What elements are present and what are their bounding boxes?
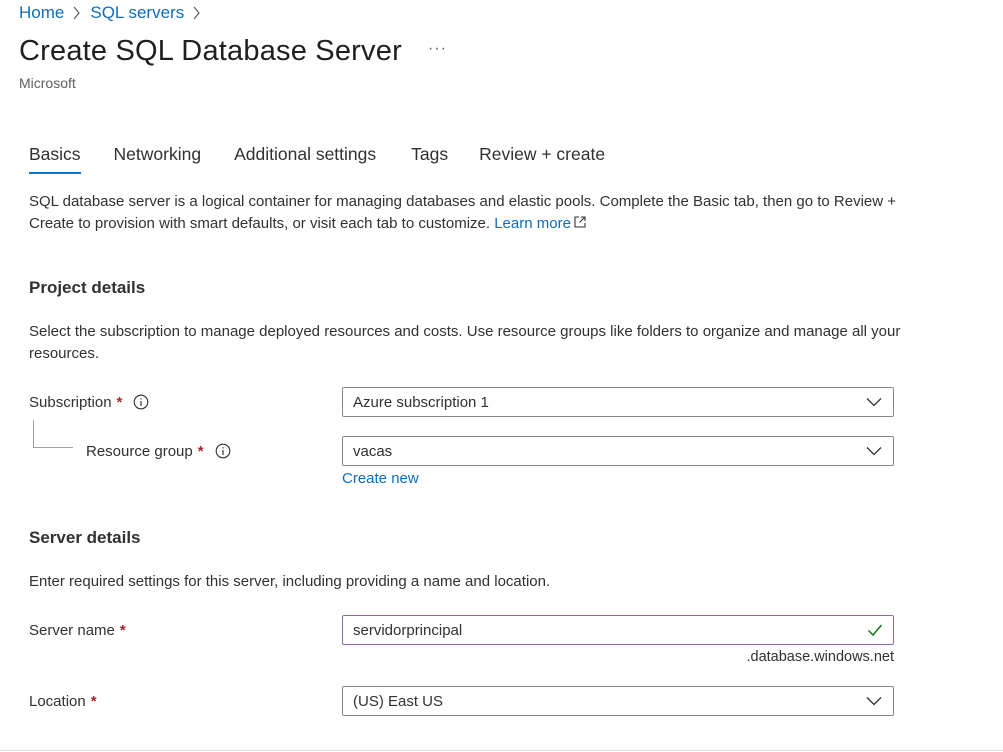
- create-new-resource-group-link[interactable]: Create new: [342, 470, 419, 487]
- breadcrumb: Home SQL servers: [19, 2, 210, 24]
- tree-connector: [33, 420, 73, 448]
- tab-networking[interactable]: Networking: [114, 142, 202, 176]
- external-link-icon: [574, 216, 586, 228]
- server-name-label-text: Server name: [29, 621, 115, 639]
- info-icon[interactable]: [133, 394, 149, 410]
- tab-review-create[interactable]: Review + create: [479, 142, 605, 176]
- server-name-input[interactable]: servidorprincipal: [342, 615, 894, 645]
- learn-more-link[interactable]: Learn more: [494, 215, 587, 232]
- resource-group-label: Resource group *: [86, 436, 231, 466]
- footer-divider: [0, 750, 1003, 751]
- required-marker: *: [90, 692, 97, 710]
- subscription-label-text: Subscription: [29, 393, 112, 411]
- subscription-value: Azure subscription 1: [353, 393, 489, 411]
- subscription-label: Subscription *: [29, 387, 149, 417]
- chevron-down-icon: [866, 697, 882, 706]
- tab-basics[interactable]: Basics: [29, 142, 81, 176]
- project-details-heading: Project details: [29, 278, 146, 297]
- location-value: (US) East US: [353, 692, 444, 710]
- resource-group-label-text: Resource group: [86, 442, 193, 460]
- tab-bar: Basics Networking Additional settings Ta…: [29, 142, 638, 176]
- server-name-value: servidorprincipal: [353, 621, 463, 639]
- chevron-right-icon: [73, 6, 81, 20]
- location-label-text: Location: [29, 692, 86, 710]
- tab-additional-settings[interactable]: Additional settings: [234, 142, 376, 176]
- chevron-down-icon: [866, 398, 882, 407]
- tab-tags[interactable]: Tags: [411, 142, 448, 176]
- chevron-down-icon: [866, 447, 882, 456]
- intro-description: SQL database server is a logical contain…: [29, 193, 897, 232]
- server-details-description: Enter required settings for this server,…: [29, 573, 551, 590]
- server-name-domain-suffix: .database.windows.net: [746, 649, 894, 665]
- server-details-heading: Server details: [29, 528, 141, 547]
- location-select[interactable]: (US) East US: [342, 686, 894, 716]
- required-marker: *: [119, 621, 126, 639]
- subscription-select[interactable]: Azure subscription 1: [342, 387, 894, 417]
- required-marker: *: [116, 393, 123, 411]
- location-label: Location *: [29, 686, 97, 716]
- breadcrumb-home[interactable]: Home: [19, 3, 64, 23]
- checkmark-icon: [867, 624, 883, 637]
- project-details-description: Select the subscription to manage deploy…: [29, 323, 901, 362]
- publisher-label: Microsoft: [19, 75, 76, 91]
- info-icon[interactable]: [215, 443, 231, 459]
- resource-group-value: vacas: [353, 442, 393, 460]
- required-marker: *: [197, 442, 204, 460]
- more-options-button[interactable]: ···: [428, 40, 447, 58]
- intro-text: SQL database server is a logical contain…: [29, 191, 929, 235]
- page-title: Create SQL Database Server: [19, 35, 402, 67]
- server-name-label: Server name *: [29, 615, 126, 645]
- chevron-right-icon: [193, 6, 200, 20]
- create-sql-server-page: Home SQL servers Create SQL Database Ser…: [0, 0, 1003, 752]
- learn-more-label: Learn more: [494, 215, 571, 232]
- resource-group-select[interactable]: vacas: [342, 436, 894, 466]
- breadcrumb-sql-servers[interactable]: SQL servers: [90, 3, 184, 23]
